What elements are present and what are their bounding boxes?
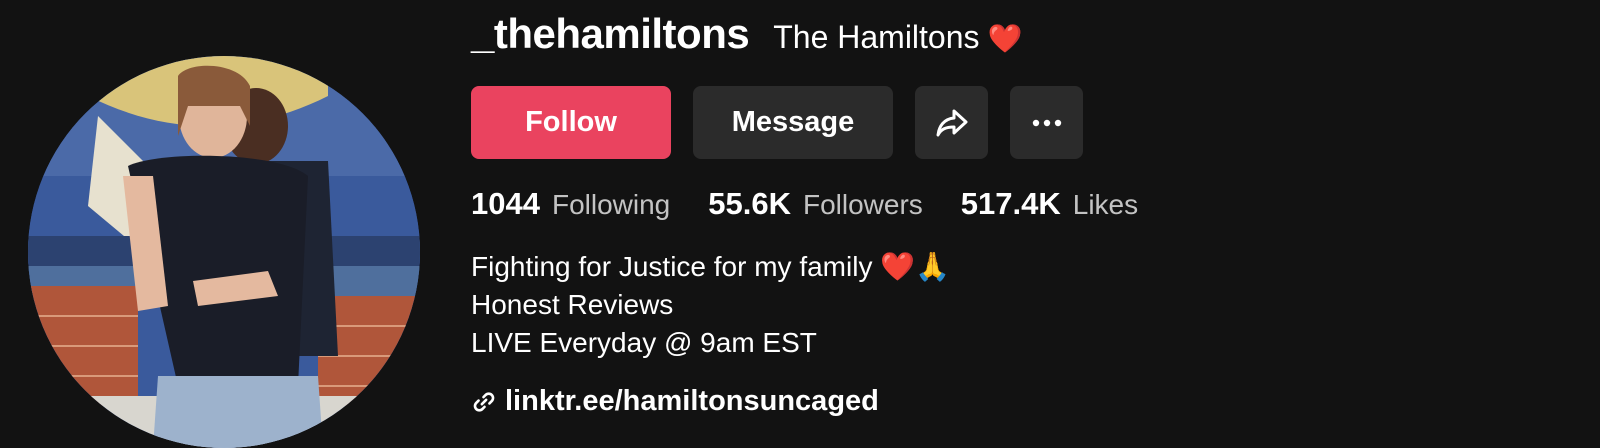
likes-count: 517.4K bbox=[960, 186, 1061, 221]
following-stat[interactable]: 1044 Following bbox=[471, 186, 670, 222]
following-label: Following bbox=[551, 189, 671, 220]
praying-hands-emoji-icon: 🙏 bbox=[915, 250, 950, 283]
profile-info: _thehamiltons The Hamiltons ❤️ Follow Mes… bbox=[471, 0, 1600, 441]
bio-link[interactable]: linktr.ee/hamiltonsuncaged bbox=[471, 385, 879, 418]
bio-line: Fighting for Justice for my family ❤️🙏 bbox=[471, 248, 950, 286]
bio-line: Honest Reviews bbox=[471, 289, 674, 320]
follow-button[interactable]: Follow bbox=[471, 86, 671, 159]
likes-stat: 517.4K Likes bbox=[961, 186, 1138, 222]
title-row: _thehamiltons The Hamiltons ❤️ bbox=[471, 10, 1022, 58]
more-options-button[interactable] bbox=[1010, 86, 1083, 159]
followers-stat[interactable]: 55.6K Followers bbox=[708, 186, 923, 222]
message-button[interactable]: Message bbox=[693, 86, 893, 159]
display-name: The Hamiltons ❤️ bbox=[773, 19, 1022, 56]
following-count: 1044 bbox=[471, 186, 540, 221]
followers-label: Followers bbox=[802, 189, 923, 220]
more-dots-icon bbox=[1032, 119, 1061, 126]
followers-count: 55.6K bbox=[708, 186, 791, 221]
share-button[interactable] bbox=[915, 86, 988, 159]
display-name-text: The Hamiltons bbox=[773, 19, 980, 55]
bio-line: LIVE Everyday @ 9am EST bbox=[471, 327, 817, 358]
profile-stats: 1044 Following 55.6K Followers 517.4K Li… bbox=[471, 186, 1138, 222]
link-icon bbox=[473, 391, 495, 412]
username: _thehamiltons bbox=[471, 10, 750, 57]
heart-emoji-icon: ❤️ bbox=[987, 22, 1023, 55]
bio-line-text: Fighting for Justice for my family bbox=[471, 251, 873, 282]
profile-avatar[interactable] bbox=[28, 56, 420, 448]
avatar-photo bbox=[28, 56, 420, 448]
profile-actions: Follow Message bbox=[471, 86, 1083, 159]
link-text[interactable]: linktr.ee/hamiltonsuncaged bbox=[505, 385, 879, 418]
profile-bio: Fighting for Justice for my family ❤️🙏 H… bbox=[471, 248, 950, 362]
heart-emoji-icon: ❤️ bbox=[880, 250, 916, 283]
share-arrow-icon bbox=[936, 109, 967, 136]
likes-label: Likes bbox=[1072, 189, 1139, 220]
